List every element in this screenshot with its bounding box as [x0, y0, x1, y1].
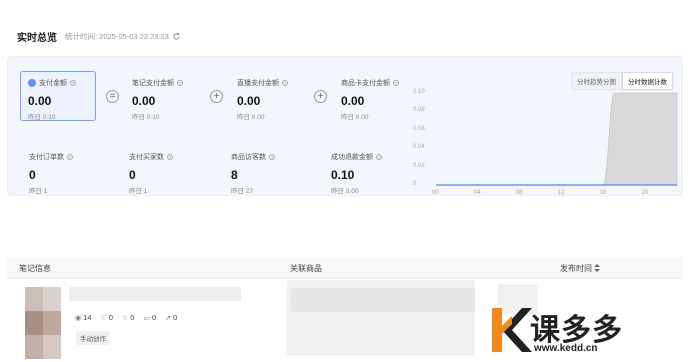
metric-label: 笔记支付金额: [132, 80, 174, 87]
refresh-icon[interactable]: [172, 32, 181, 41]
metric-prev: 昨日 27: [231, 188, 254, 195]
metric-label: 直播支付金额: [237, 80, 279, 87]
x-tick-label: 04: [473, 190, 481, 196]
metric-value: 0: [129, 168, 136, 182]
column-label: 发布时间: [560, 264, 592, 273]
trend-chart: 分时趋势分图 分时数据计数 0.10 0.08 0.06 0.04 0.02 0 00 04…: [411, 66, 681, 196]
metric-refund[interactable]: 成功退款金额? 0.10 昨日 0.00: [331, 152, 382, 195]
metric-prev: 昨日 1: [29, 188, 48, 195]
metric-value: 0.00: [341, 94, 365, 108]
y-tick-label: 0.02: [413, 162, 425, 169]
y-tick-label: 0.06: [413, 125, 425, 132]
column-note-info: 笔记信息: [19, 264, 51, 273]
metric-label: 商品卡支付金额: [341, 80, 390, 87]
metric-buyers[interactable]: 支付买家数? 0 昨日 1: [129, 152, 173, 195]
help-icon[interactable]: ?: [67, 154, 73, 160]
share-icon: ↗: [165, 314, 172, 322]
help-icon[interactable]: ?: [393, 80, 399, 86]
y-tick-label: 0: [413, 181, 417, 187]
series-area-yesterday: [436, 92, 678, 186]
plus-icon: +: [314, 90, 327, 103]
column-related-product: 关联商品: [290, 264, 322, 273]
note-metrics: ◉ 14 ♡ 0 ☆ 0 ▭ 0 ↗ 0: [75, 313, 186, 322]
x-tick-label: 12: [557, 190, 565, 196]
metric-prev: 昨日 1: [129, 188, 148, 195]
metric-note-payment[interactable]: 笔记支付金额? 0.00 昨日 0.10: [132, 78, 183, 121]
metric-prev: 昨日 0.00: [341, 114, 369, 121]
metric-label: 支付订单数: [29, 154, 64, 161]
column-publish-time[interactable]: 发布时间: [560, 263, 600, 274]
metric-payment-amount[interactable]: 支付金额? 0.00 昨日 0.10: [20, 71, 96, 121]
y-tick-label: 0.10: [413, 89, 425, 95]
metric-live-payment[interactable]: 直播支付金额? 0.00 昨日 0.00: [237, 78, 288, 121]
help-icon[interactable]: ?: [167, 154, 173, 160]
table-header: 笔记信息 关联商品 发布时间: [7, 257, 683, 279]
metric-value: 0.00: [28, 94, 52, 108]
help-icon[interactable]: ?: [376, 154, 382, 160]
collects-metric: ☆ 0: [121, 313, 135, 322]
note-title-redacted: [69, 287, 241, 301]
help-icon[interactable]: ?: [282, 80, 288, 86]
likes-metric: ♡ 0: [100, 313, 113, 322]
stat-time: 统计时间: 2025-05-03 23:23:03: [65, 31, 169, 41]
sort-icon[interactable]: [594, 264, 600, 272]
chart-plot: [436, 92, 678, 186]
comment-icon: ▭: [143, 314, 150, 322]
help-icon[interactable]: ?: [269, 154, 275, 160]
eye-icon: ◉: [75, 314, 82, 322]
metric-visitors[interactable]: 商品访客数? 8 昨日 27: [231, 152, 275, 195]
creation-tag: 手动创作: [76, 331, 110, 345]
equals-icon: =: [106, 90, 119, 103]
note-thumbnail[interactable]: [25, 287, 61, 359]
metric-label: 支付金额: [39, 80, 67, 87]
metric-orders[interactable]: 支付订单数? 0 昨日 1: [29, 152, 73, 195]
metric-label: 支付买家数: [129, 154, 164, 161]
y-tick-label: 0.04: [413, 144, 425, 151]
metric-prev: 昨日 0.10: [132, 114, 160, 121]
header: 实时总览 统计时间: 2025-05-03 23:23:03: [17, 28, 181, 44]
page-title: 实时总览: [17, 32, 57, 44]
views-metric: ◉ 14: [75, 313, 92, 322]
metric-label: 商品访客数: [231, 154, 266, 161]
kedd-logo-icon: [492, 308, 532, 352]
metric-value: 0: [29, 168, 36, 182]
x-tick-label: 08: [515, 190, 523, 196]
plus-icon: +: [210, 90, 223, 103]
metric-value: 0.00: [237, 94, 261, 108]
metric-prev: 昨日 0.00: [237, 114, 265, 121]
metric-value: 8: [231, 168, 238, 182]
x-tick-label: 00: [432, 190, 439, 196]
metric-value: 0.10: [331, 168, 355, 182]
metric-prev: 昨日 0.00: [331, 188, 359, 195]
metric-prev: 昨日 0.10: [28, 114, 56, 121]
metric-value: 0.00: [132, 94, 156, 108]
metric-card-payment[interactable]: 商品卡支付金额? 0.00 昨日 0.00: [341, 78, 399, 121]
comments-metric: ▭ 0: [143, 313, 157, 322]
x-tick-label: 16: [599, 190, 607, 196]
shares-metric: ↗ 0: [165, 313, 178, 322]
heart-icon: ♡: [100, 314, 107, 322]
overview-panel: 支付金额? 0.00 昨日 0.10 = 笔记支付金额? 0.00 昨日 0.1…: [7, 56, 683, 196]
star-icon: ☆: [121, 314, 129, 322]
product-title-redacted: [290, 288, 475, 312]
help-icon[interactable]: ?: [70, 80, 76, 86]
watermark: 课多多 www.kedd.cn: [488, 300, 688, 360]
watermark-url: www.kedd.cn: [534, 343, 598, 354]
coin-icon: [28, 79, 36, 87]
y-tick-label: 0.08: [413, 107, 425, 114]
help-icon[interactable]: ?: [177, 80, 183, 86]
x-tick-label: 20: [641, 190, 649, 196]
metric-label: 成功退款金额: [331, 154, 373, 161]
